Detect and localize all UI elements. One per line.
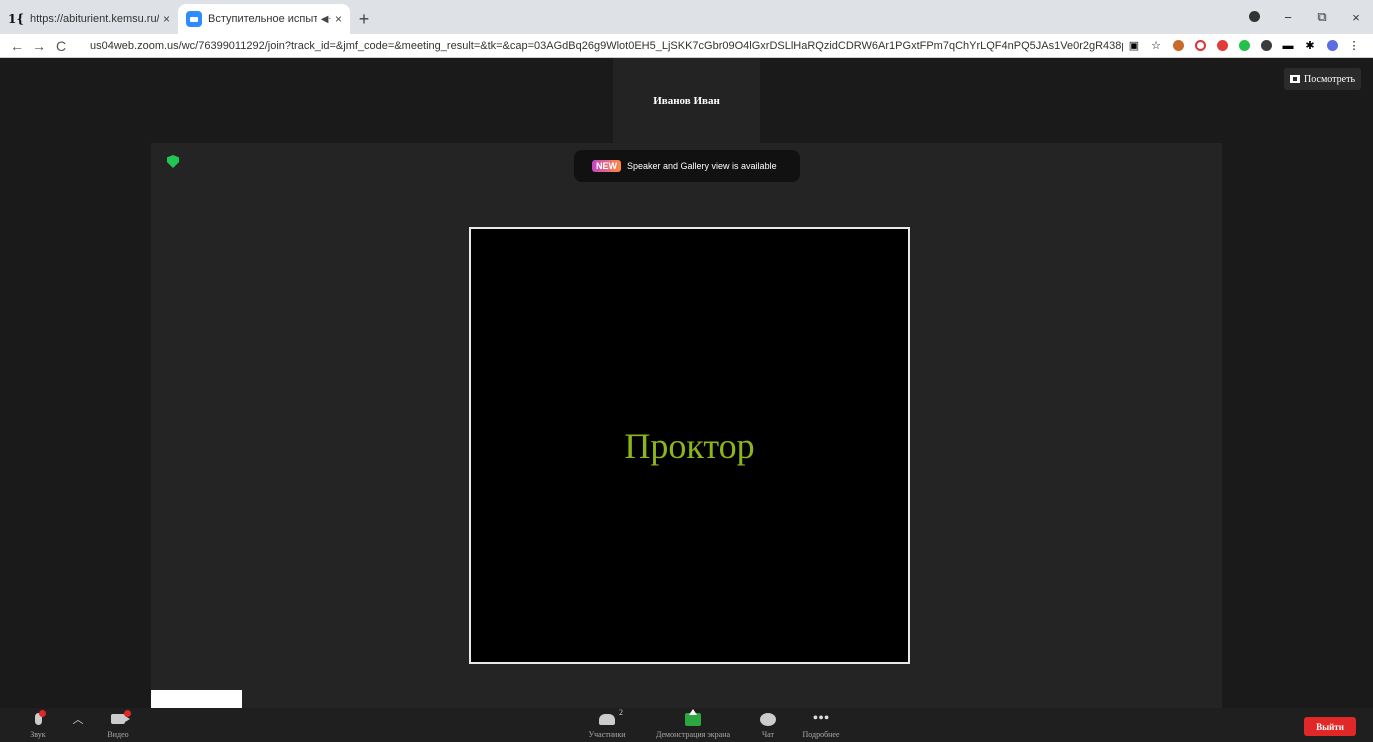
address-bar: ← → C us04web.zoom.us/wc/76399011292/joi… [0, 34, 1373, 58]
audio-label: Звук [30, 730, 46, 739]
new-feature-toast[interactable]: NEW Speaker and Gallery view is availabl… [574, 150, 800, 182]
alert-badge-icon [124, 710, 131, 717]
back-button[interactable]: ← [6, 38, 28, 54]
gallery-view-icon [1290, 75, 1301, 83]
close-tab-icon[interactable]: × [335, 12, 342, 26]
active-speaker-video[interactable]: Проктор [469, 227, 910, 664]
url-text: us04web.zoom.us/wc/76399011292/join?trac… [90, 39, 1123, 52]
participants-label: Участники [588, 730, 626, 739]
reload-button[interactable]: C [50, 38, 72, 54]
extension-clock-icon[interactable] [1212, 38, 1232, 54]
tab-kemsu[interactable]: 1{ https://abiturient.kemsu.ru/profi × [0, 4, 178, 34]
speaker-icon[interactable]: ◀ᐧ [321, 14, 331, 25]
meeting-area: Иванов Иван Посмотреть NEW Speaker and G… [0, 58, 1373, 708]
leave-meeting-button[interactable]: Выйти [1304, 717, 1356, 736]
extension-reader-icon[interactable]: ▬ [1278, 38, 1298, 54]
restore-button[interactable]: ⧉ [1305, 9, 1339, 25]
view-button[interactable]: Посмотреть [1284, 68, 1361, 90]
meeting-toolbar: Звук ︿ Видео 2 Участники Демонстрация эк… [0, 708, 1373, 742]
chevron-up-icon: ︿ [72, 714, 84, 726]
tab-title: Вступительное испытание [208, 13, 317, 25]
extension-cloud-icon[interactable] [1190, 38, 1210, 54]
chat-button[interactable]: Чат [754, 708, 782, 742]
browser-tab-bar: 1{ https://abiturient.kemsu.ru/profi × В… [0, 0, 1373, 34]
participants-count: 2 [619, 708, 623, 717]
extension-whatsapp-icon[interactable] [1234, 38, 1254, 54]
share-screen-icon [685, 708, 701, 726]
speaker-stage: NEW Speaker and Gallery view is availabl… [151, 143, 1222, 708]
window-controls: − ⧉ × [1237, 0, 1373, 34]
audio-options-button[interactable]: ︿ [70, 708, 86, 742]
chat-bubble-icon [760, 712, 776, 726]
more-label: Подробнее [802, 730, 840, 739]
extension-avatar-icon[interactable] [1168, 38, 1188, 54]
translate-icon[interactable]: ▣ [1124, 38, 1144, 54]
kemsu-favicon-icon: 1{ [7, 12, 25, 26]
extension-shield-icon[interactable] [1256, 38, 1276, 54]
camera-icon [111, 714, 130, 724]
extensions-puzzle-icon[interactable]: ✱ [1300, 38, 1320, 54]
new-tab-button[interactable]: + [350, 4, 378, 34]
share-screen-button[interactable]: Демонстрация экрана [651, 708, 735, 742]
encryption-shield-icon[interactable] [167, 155, 179, 168]
share-label: Демонстрация экрана [655, 730, 731, 739]
video-label: Видео [107, 730, 129, 739]
audio-button[interactable]: Звук [24, 708, 52, 742]
video-button[interactable]: Видео [102, 708, 134, 742]
close-window-button[interactable]: × [1339, 10, 1373, 25]
forward-button[interactable]: → [28, 38, 50, 54]
tab-title: https://abiturient.kemsu.ru/profi [30, 13, 159, 25]
participants-icon [599, 713, 615, 725]
self-view-strip [151, 690, 242, 708]
alert-badge-icon [38, 710, 46, 717]
speaker-name: Проктор [624, 425, 755, 466]
extensions-area: ▣ ☆ ▬ ✱ ⋮ [1123, 38, 1373, 54]
minimize-button[interactable]: − [1271, 10, 1305, 25]
participants-button[interactable]: 2 Участники [582, 708, 632, 742]
zoom-favicon-icon [186, 11, 202, 27]
more-button[interactable]: ••• Подробнее [798, 708, 844, 742]
new-badge: NEW [592, 160, 621, 172]
chat-label: Чат [761, 730, 775, 739]
toast-text: Speaker and Gallery view is available [627, 161, 777, 171]
url-field[interactable]: us04web.zoom.us/wc/76399011292/join?trac… [82, 36, 1123, 56]
view-button-label: Посмотреть [1304, 73, 1355, 85]
close-tab-icon[interactable]: × [163, 12, 170, 26]
participant-name: Иванов Иван [653, 94, 720, 107]
participant-tile[interactable]: Иванов Иван [613, 58, 760, 143]
more-dots-icon: ••• [812, 710, 830, 727]
bookmark-star-icon[interactable]: ☆ [1146, 38, 1166, 54]
browser-menu-icon[interactable]: ⋮ [1344, 38, 1364, 54]
tab-zoom[interactable]: Вступительное испытание ◀ᐧ × [178, 4, 350, 34]
profile-avatar-icon[interactable] [1322, 38, 1342, 54]
record-icon[interactable] [1237, 10, 1271, 25]
